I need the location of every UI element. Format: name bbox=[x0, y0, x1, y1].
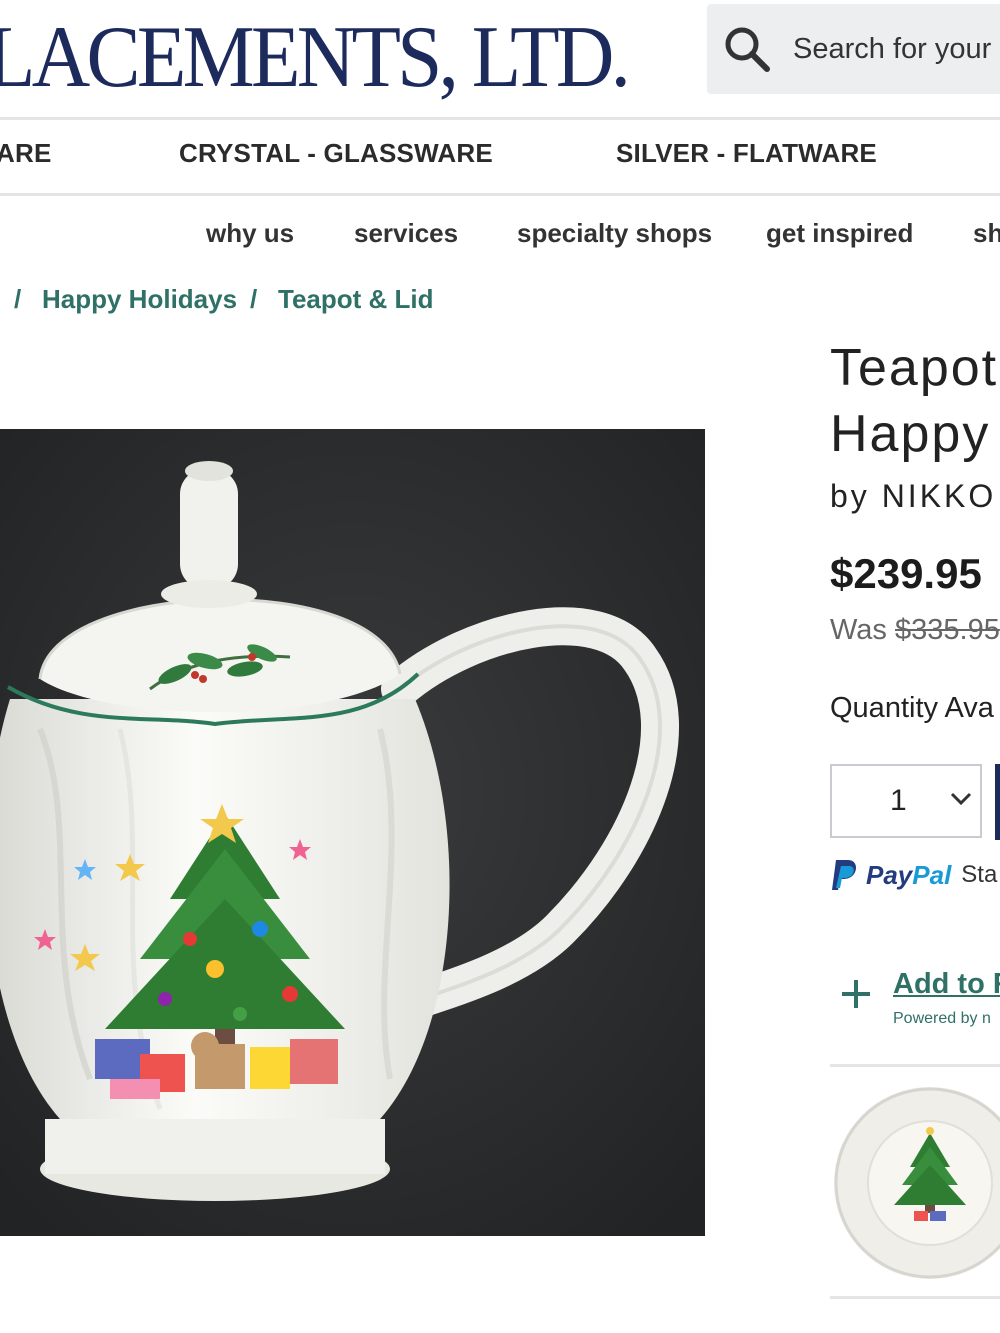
paypal-wordmark: PayPal bbox=[866, 859, 952, 890]
product-image[interactable] bbox=[0, 429, 705, 1236]
related-product-thumbnail[interactable] bbox=[832, 1085, 1000, 1281]
nav-get-inspired[interactable]: get inspired bbox=[766, 218, 913, 249]
breadcrumb-separator: / bbox=[14, 284, 22, 314]
breadcrumb-separator: / bbox=[250, 284, 258, 314]
paypal-extra-text: Sta bbox=[961, 861, 998, 888]
info-divider-bottom bbox=[830, 1296, 1000, 1299]
info-divider bbox=[830, 1064, 1000, 1067]
plus-icon[interactable] bbox=[838, 976, 874, 1012]
add-to-cart-button[interactable] bbox=[995, 764, 1000, 840]
product-title-line2: Happy bbox=[830, 405, 991, 463]
quantity-select[interactable]: 1 bbox=[830, 764, 982, 838]
nav-why-us[interactable]: why us bbox=[206, 218, 294, 249]
search-placeholder: Search for your bbox=[793, 32, 992, 65]
nav-category-silver-flatware[interactable]: SILVER - FLATWARE bbox=[616, 138, 877, 169]
site-logo[interactable]: LACEMENTS, LTD. bbox=[0, 8, 631, 108]
paypal-button[interactable]: PayPal Sta bbox=[830, 858, 997, 892]
quantity-value: 1 bbox=[890, 784, 907, 817]
paypal-icon bbox=[832, 860, 856, 890]
was-price-value: $335.95 bbox=[895, 614, 1000, 646]
teapot-illustration bbox=[0, 429, 705, 1236]
product-price: $239.95 bbox=[830, 550, 982, 597]
chevron-down-icon bbox=[950, 792, 972, 806]
nav-specialty-shops[interactable]: specialty shops bbox=[517, 218, 712, 249]
product-was-price: Was $335.95 bbox=[830, 614, 1000, 647]
registry-powered-by: Powered by n bbox=[893, 1010, 991, 1027]
breadcrumb-item-happy-holidays[interactable]: Happy Holidays bbox=[42, 284, 237, 315]
nav-shop[interactable]: sh bbox=[973, 218, 1000, 249]
nav-divider bbox=[0, 193, 1000, 196]
add-to-registry-link[interactable]: Add to R bbox=[893, 968, 1000, 1001]
breadcrumb-item-teapot-lid[interactable]: Teapot & Lid bbox=[278, 284, 434, 315]
header-divider bbox=[0, 117, 1000, 120]
was-label: Was bbox=[830, 614, 887, 646]
quantity-label: Quantity Ava bbox=[830, 692, 994, 724]
product-brand[interactable]: by NIKKO bbox=[830, 478, 996, 515]
nav-services[interactable]: services bbox=[354, 218, 458, 249]
search-input[interactable]: Search for your bbox=[707, 4, 1000, 94]
search-icon bbox=[725, 27, 770, 72]
nav-category-crystal-glassware[interactable]: CRYSTAL - GLASSWARE bbox=[179, 138, 493, 169]
product-title-line1: Teapot bbox=[830, 339, 999, 397]
nav-category-dinnerware[interactable]: ARE bbox=[0, 138, 52, 169]
